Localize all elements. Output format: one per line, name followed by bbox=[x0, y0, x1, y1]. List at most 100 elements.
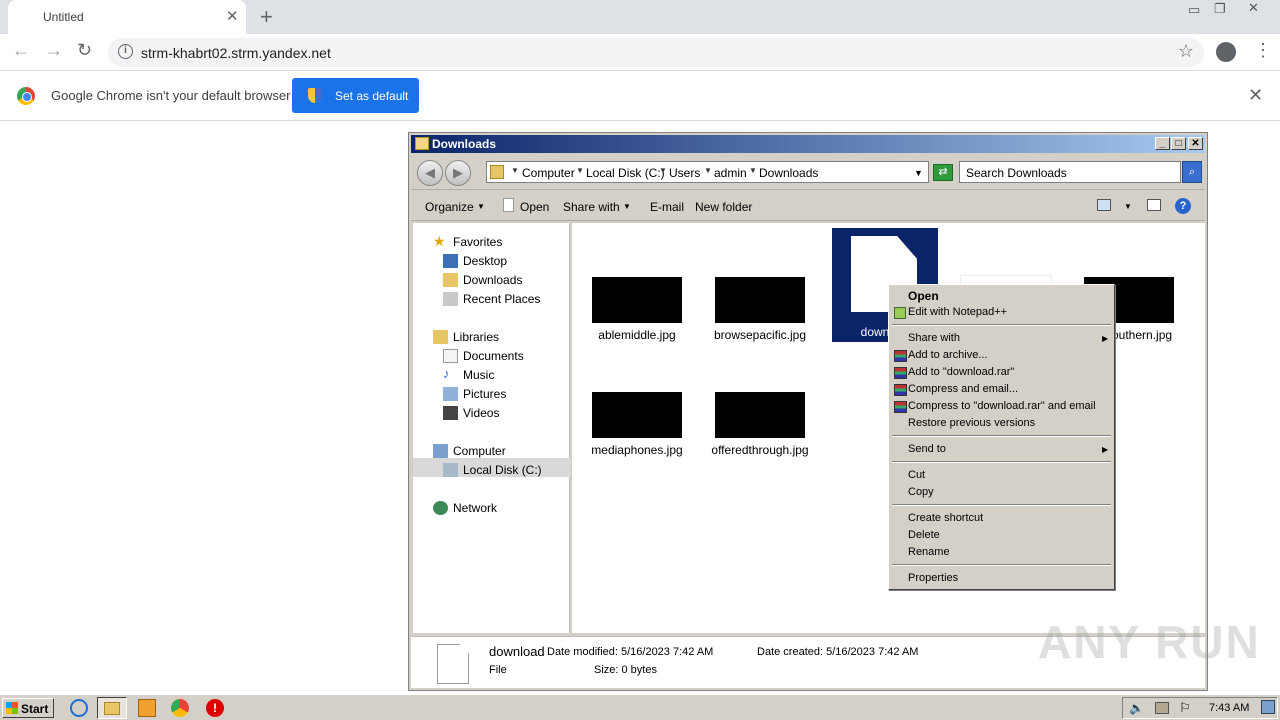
crumb-arrow-icon[interactable]: ▼ bbox=[511, 166, 519, 175]
notepad-plus-plus-icon bbox=[894, 307, 906, 319]
explorer-back-button[interactable]: ◀ bbox=[417, 160, 443, 186]
menu-add-archive[interactable]: Add to archive... bbox=[908, 349, 988, 361]
menu-share-with[interactable]: Share with bbox=[908, 332, 960, 344]
window-title: Downloads bbox=[432, 137, 497, 151]
address-bar[interactable]: i strm-khabrt02.strm.yandex.net ☆ bbox=[108, 38, 1204, 67]
file-name[interactable]: offeredthrough.jpg bbox=[698, 443, 822, 457]
libraries-icon bbox=[433, 330, 448, 344]
crumb-computer[interactable]: Computer bbox=[522, 166, 575, 180]
address-dropdown-icon[interactable]: ▼ bbox=[914, 168, 923, 178]
internet-explorer-icon[interactable] bbox=[70, 699, 88, 717]
menu-create-shortcut[interactable]: Create shortcut bbox=[908, 512, 983, 524]
file-thumbnail[interactable] bbox=[715, 392, 805, 438]
change-view-icon[interactable] bbox=[1097, 199, 1111, 211]
restore-icon[interactable]: ❐ bbox=[1214, 1, 1226, 17]
url-text[interactable]: strm-khabrt02.strm.yandex.net bbox=[141, 45, 331, 61]
start-button[interactable]: Start bbox=[2, 698, 54, 718]
organize-button[interactable]: Organize bbox=[425, 200, 474, 214]
menu-compress-rar-email[interactable]: Compress to "download.rar" and email bbox=[908, 400, 1096, 412]
email-button[interactable]: E-mail bbox=[650, 200, 684, 214]
tab-untitled[interactable]: Untitled ✕ bbox=[8, 0, 246, 34]
crumb-local-disk[interactable]: Local Disk (C:) bbox=[586, 166, 665, 180]
flag-icon[interactable]: ⚐ bbox=[1179, 700, 1191, 716]
minimize-icon[interactable]: ▭ bbox=[1188, 2, 1200, 18]
share-dropdown-icon[interactable]: ▼ bbox=[623, 202, 631, 211]
menu-separator bbox=[892, 564, 1111, 566]
new-folder-button[interactable]: New folder bbox=[695, 200, 752, 214]
menu-copy[interactable]: Copy bbox=[908, 486, 934, 498]
reload-icon[interactable]: ↻ bbox=[77, 40, 92, 61]
menu-properties[interactable]: Properties bbox=[908, 572, 958, 584]
crumb-arrow-icon[interactable]: ▼ bbox=[704, 166, 712, 175]
crumb-downloads[interactable]: Downloads bbox=[759, 166, 818, 180]
refresh-icon[interactable]: ⇄ bbox=[933, 164, 953, 181]
file-name[interactable]: ablemiddle.jpg bbox=[575, 328, 699, 342]
crumb-arrow-icon[interactable]: ▼ bbox=[749, 166, 757, 175]
forward-icon[interactable]: → bbox=[45, 40, 63, 61]
menu-icon[interactable]: ⋮ bbox=[1254, 40, 1272, 61]
menu-add-rar[interactable]: Add to "download.rar" bbox=[908, 366, 1014, 378]
menu-restore-versions[interactable]: Restore previous versions bbox=[908, 417, 1035, 429]
media-player-icon[interactable] bbox=[138, 699, 156, 717]
search-input[interactable]: Search Downloads bbox=[959, 161, 1181, 183]
explorer-maximize-button[interactable]: □ bbox=[1171, 137, 1186, 150]
clock[interactable]: 7:43 AM bbox=[1209, 702, 1249, 714]
nav-libraries[interactable]: Libraries bbox=[433, 330, 499, 344]
nav-music[interactable]: ♪ Music bbox=[443, 366, 494, 382]
profile-icon[interactable] bbox=[1216, 42, 1236, 62]
chrome-icon[interactable] bbox=[171, 699, 189, 717]
back-icon[interactable]: ← bbox=[12, 40, 30, 61]
nav-computer[interactable]: Computer bbox=[433, 444, 506, 458]
nav-videos[interactable]: Videos bbox=[443, 406, 499, 420]
menu-rename[interactable]: Rename bbox=[908, 546, 950, 558]
breadcrumb[interactable]: ▼ Computer ▼ Local Disk (C:) ▼ Users ▼ a… bbox=[486, 161, 929, 183]
menu-compress-email[interactable]: Compress and email... bbox=[908, 383, 1018, 395]
tab-close-icon[interactable]: ✕ bbox=[226, 7, 239, 25]
nav-favorites[interactable]: ★ Favorites bbox=[433, 233, 502, 249]
view-dropdown-icon[interactable]: ▼ bbox=[1124, 202, 1132, 211]
explorer-close-button[interactable]: ✕ bbox=[1188, 137, 1203, 150]
selected-file-name[interactable]: downl bbox=[832, 325, 892, 339]
opera-icon[interactable]: ! bbox=[206, 699, 224, 717]
speaker-icon[interactable]: 🔈 bbox=[1129, 701, 1144, 715]
menu-cut[interactable]: Cut bbox=[908, 469, 925, 481]
infobar-close-icon[interactable]: ✕ bbox=[1248, 85, 1263, 106]
nav-documents[interactable]: Documents bbox=[443, 349, 524, 363]
preview-pane-icon[interactable] bbox=[1147, 199, 1161, 211]
menu-edit-notepad[interactable]: Edit with Notepad++ bbox=[908, 306, 1007, 318]
star-icon[interactable]: ☆ bbox=[1178, 41, 1194, 62]
share-with-button[interactable]: Share with bbox=[563, 200, 620, 214]
file-thumbnail[interactable] bbox=[715, 277, 805, 323]
nav-network[interactable]: Network bbox=[433, 501, 497, 515]
nav-pictures[interactable]: Pictures bbox=[443, 387, 506, 401]
nav-recent-places[interactable]: Recent Places bbox=[443, 292, 540, 306]
help-icon[interactable]: ? bbox=[1175, 198, 1191, 214]
file-thumbnail[interactable] bbox=[592, 277, 682, 323]
nav-local-disk[interactable]: Local Disk (C:) bbox=[443, 463, 542, 477]
show-desktop-icon[interactable] bbox=[1261, 700, 1275, 714]
crumb-users[interactable]: Users bbox=[669, 166, 700, 180]
file-name[interactable]: mediaphones.jpg bbox=[575, 443, 699, 457]
file-thumbnail[interactable] bbox=[592, 392, 682, 438]
nav-downloads[interactable]: Downloads bbox=[443, 273, 522, 287]
file-name[interactable]: browsepacific.jpg bbox=[698, 328, 822, 342]
explorer-titlebar[interactable]: Downloads _ □ ✕ bbox=[411, 135, 1205, 153]
explorer-minimize-button[interactable]: _ bbox=[1155, 137, 1170, 150]
menu-delete[interactable]: Delete bbox=[908, 529, 940, 541]
crumb-arrow-icon[interactable]: ▼ bbox=[659, 166, 667, 175]
close-window-icon[interactable]: ✕ bbox=[1248, 0, 1259, 16]
network-tray-icon[interactable] bbox=[1155, 702, 1169, 714]
search-icon[interactable]: ⌕ bbox=[1182, 161, 1202, 183]
new-tab-icon[interactable]: + bbox=[260, 4, 273, 30]
menu-open[interactable]: Open bbox=[908, 289, 939, 303]
nav-desktop[interactable]: Desktop bbox=[443, 254, 507, 268]
open-button[interactable]: Open bbox=[520, 200, 549, 214]
set-default-button[interactable]: Set as default bbox=[292, 78, 419, 113]
explorer-forward-button[interactable]: ▶ bbox=[445, 160, 471, 186]
submenu-arrow-icon: ▶ bbox=[1102, 445, 1109, 454]
organize-dropdown-icon[interactable]: ▼ bbox=[477, 202, 485, 211]
info-icon[interactable]: i bbox=[118, 44, 133, 59]
crumb-arrow-icon[interactable]: ▼ bbox=[576, 166, 584, 175]
menu-send-to[interactable]: Send to bbox=[908, 443, 946, 455]
crumb-admin[interactable]: admin bbox=[714, 166, 747, 180]
